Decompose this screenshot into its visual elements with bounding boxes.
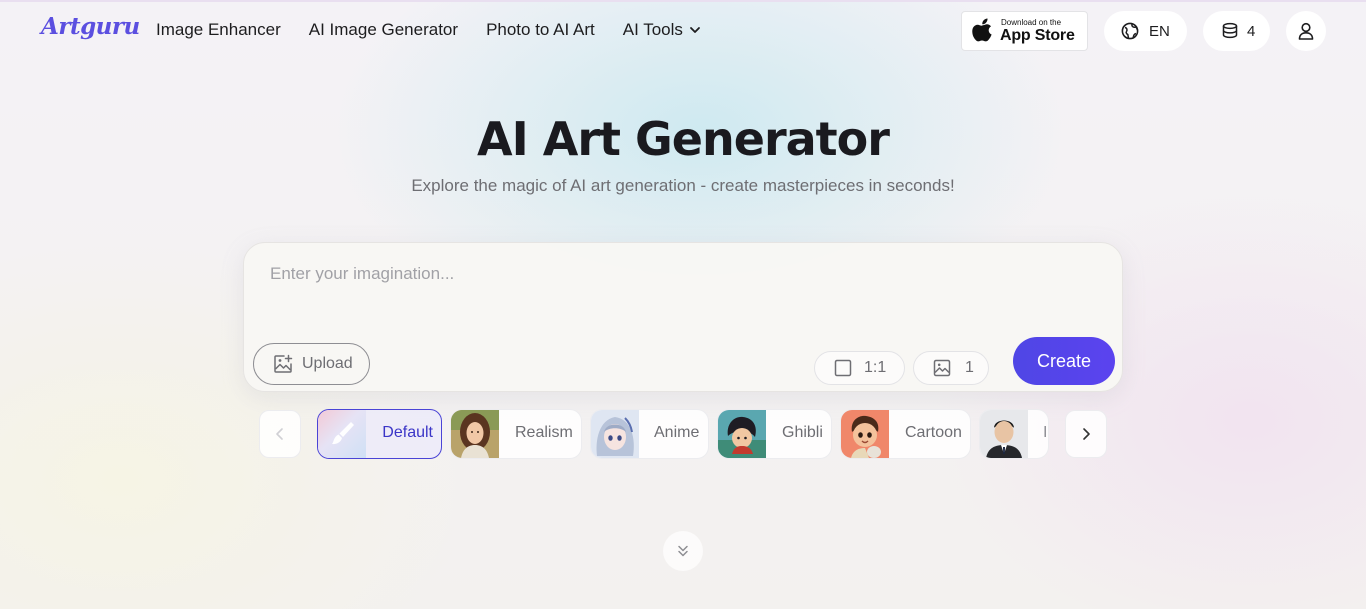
main-nav: Image Enhancer AI Image Generator Photo …	[156, 20, 701, 40]
nav-ai-tools-label: AI Tools	[622, 20, 683, 39]
styles-next-button[interactable]	[1065, 410, 1107, 458]
brush-icon	[332, 422, 354, 445]
image-upload-icon	[274, 354, 293, 373]
style-label-ghibli: Ghibli	[782, 424, 823, 441]
globe-icon	[1121, 22, 1139, 40]
style-thumb-realism	[451, 410, 499, 458]
style-chip-default[interactable]: Default	[317, 409, 442, 459]
coins-stack-icon	[1222, 22, 1238, 39]
user-icon	[1298, 22, 1314, 40]
chevron-left-icon	[276, 428, 283, 440]
logo[interactable]: Artguru	[41, 13, 140, 40]
styles-prev-button[interactable]	[259, 410, 301, 458]
page-subtitle: Explore the magic of AI art generation -…	[411, 176, 955, 195]
style-chip-ghibli[interactable]: Ghibli	[717, 409, 832, 459]
page-title: AI Art Generator	[477, 112, 890, 166]
style-thumb-anime	[591, 410, 639, 458]
style-label-realism: Realism	[515, 424, 573, 441]
aspect-ratio-value: 1:1	[864, 359, 887, 376]
square-icon	[834, 359, 852, 377]
app-store-button[interactable]: Download on the App Store	[961, 11, 1088, 51]
nav-ai-tools[interactable]: AI Tools	[623, 20, 701, 40]
upload-label: Upload	[302, 355, 353, 372]
nav-photo-to-ai-art[interactable]: Photo to AI Art	[486, 20, 595, 40]
credits-count: 4	[1247, 22, 1256, 40]
style-chip-realism[interactable]: Realism	[450, 409, 582, 459]
apple-icon	[972, 18, 992, 42]
image-count-value: 1	[965, 359, 974, 376]
prompt-input[interactable]	[268, 261, 1092, 287]
style-label-cartoon: Cartoon	[905, 424, 962, 441]
scroll-down-button[interactable]	[663, 531, 703, 571]
upload-button[interactable]: Upload	[253, 343, 370, 385]
style-thumb-cartoon	[841, 410, 889, 458]
image-count-selector[interactable]: 1	[913, 351, 989, 385]
style-label-partial: I	[1043, 424, 1048, 441]
app-store-big-text: App Store	[1000, 27, 1075, 44]
style-label-anime: Anime	[654, 424, 700, 441]
header: Artguru Image Enhancer AI Image Generato…	[0, 0, 1366, 62]
style-label-default: Default	[382, 424, 433, 441]
chevron-right-icon	[1083, 428, 1090, 440]
nav-image-enhancer[interactable]: Image Enhancer	[156, 20, 281, 40]
language-selector[interactable]: EN	[1104, 11, 1187, 51]
create-button[interactable]: Create	[1013, 337, 1115, 385]
style-chip-cartoon[interactable]: Cartoon	[840, 409, 971, 459]
image-icon	[933, 359, 951, 377]
style-thumb-ghibli	[718, 410, 766, 458]
language-label: EN	[1149, 22, 1170, 40]
double-chevron-down-icon	[678, 545, 688, 557]
app-store-small-text: Download on the	[1001, 18, 1062, 27]
prompt-card: Upload 1:1 1 Create	[243, 242, 1123, 392]
style-thumb-default	[318, 410, 366, 458]
chevron-down-icon	[690, 27, 700, 33]
style-chip-partial[interactable]: I	[979, 409, 1049, 459]
aspect-ratio-selector[interactable]: 1:1	[814, 351, 905, 385]
credits-badge[interactable]: 4	[1203, 11, 1270, 51]
nav-ai-image-generator[interactable]: AI Image Generator	[309, 20, 458, 40]
style-thumb-partial	[980, 410, 1028, 458]
account-button[interactable]	[1286, 11, 1326, 51]
style-chip-anime[interactable]: Anime	[590, 409, 709, 459]
